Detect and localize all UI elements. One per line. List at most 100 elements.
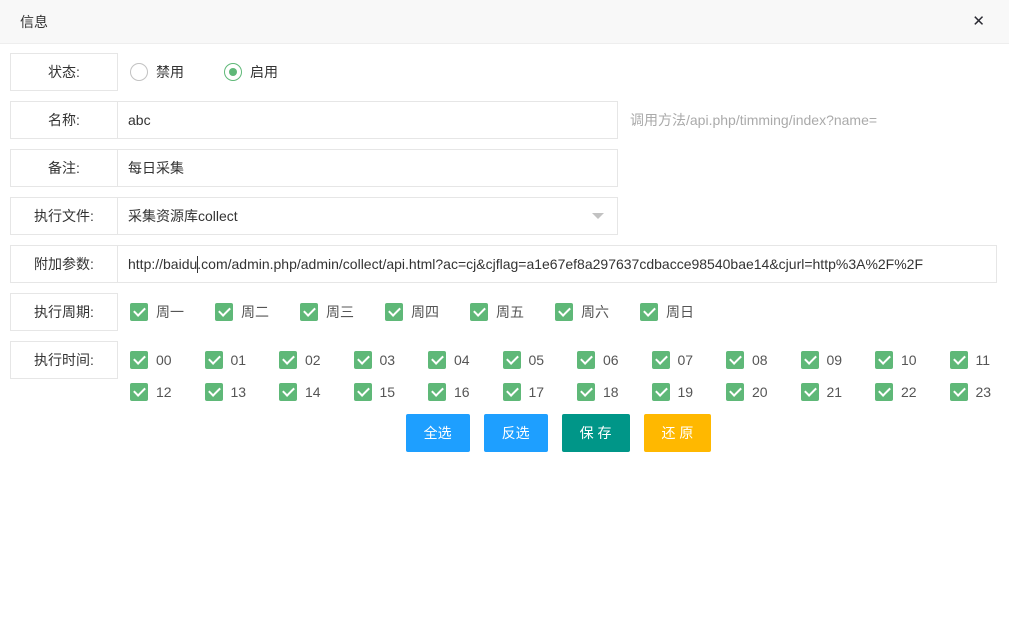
select-all-button[interactable]: 全选 [406,414,470,452]
weekday-checkbox-thu[interactable]: 周四 [385,302,470,322]
hour-checkbox[interactable]: 09 [801,351,876,369]
remark-label: 备注: [10,149,118,187]
hour-label: 07 [678,352,694,368]
checked-checkbox-icon [503,351,521,369]
exec-file-row: 执行文件: 采集资源库collect [10,197,999,235]
hour-checkbox[interactable]: 17 [503,383,578,401]
exec-time-row: 执行时间: 00 01 02 03 04 05 06 07 08 09 10 1… [10,341,999,404]
hour-label: 05 [529,352,545,368]
hour-checkbox[interactable]: 16 [428,383,503,401]
hour-checkbox[interactable]: 00 [130,351,205,369]
hour-checkbox[interactable]: 10 [875,351,950,369]
exec-cycle-row: 执行周期: 周一 周二 周三 周四 周五 周六 周日 [10,293,999,331]
radio-enable[interactable]: 启用 [224,62,278,82]
name-input[interactable] [117,101,618,139]
hour-checkbox[interactable]: 21 [801,383,876,401]
close-icon[interactable]: ✕ [968,10,989,33]
extra-params-label: 附加参数: [10,245,118,283]
weekday-label: 周一 [156,302,184,322]
invert-selection-button[interactable]: 反选 [484,414,548,452]
checked-checkbox-icon [428,383,446,401]
hour-label: 09 [827,352,843,368]
hour-checkbox[interactable]: 03 [354,351,429,369]
checked-checkbox-icon [354,383,372,401]
extra-params-wrap [118,245,997,283]
checked-checkbox-icon [279,351,297,369]
extra-params-row: 附加参数: [10,245,999,283]
hour-checkbox[interactable]: 12 [130,383,205,401]
weekday-checkbox-wed[interactable]: 周三 [300,302,385,322]
hour-checkbox-group: 00 01 02 03 04 05 06 07 08 09 10 11 12 1… [118,341,1009,404]
hour-label: 00 [156,352,172,368]
checked-checkbox-icon [801,351,819,369]
checked-checkbox-icon [555,303,573,321]
hour-checkbox[interactable]: 05 [503,351,578,369]
weekday-label: 周日 [666,302,694,322]
hour-row-1: 00 01 02 03 04 05 06 07 08 09 10 11 [130,341,1009,379]
hour-checkbox[interactable]: 18 [577,383,652,401]
checked-checkbox-icon [205,351,223,369]
remark-input[interactable] [117,149,618,187]
exec-file-selected-value: 采集资源库collect [117,197,618,235]
weekday-checkbox-mon[interactable]: 周一 [130,302,215,322]
checked-checkbox-icon [205,383,223,401]
api-hint-text: 调用方法/api.php/timming/index?name= [630,101,877,139]
weekday-checkbox-fri[interactable]: 周五 [470,302,555,322]
checked-checkbox-icon [470,303,488,321]
checked-checkbox-icon [385,303,403,321]
checked-checkbox-icon [130,351,148,369]
hour-checkbox[interactable]: 01 [205,351,280,369]
name-label: 名称: [10,101,118,139]
hour-row-2: 12 13 14 15 16 17 18 19 20 21 22 23 [130,380,1009,404]
hour-checkbox[interactable]: 14 [279,383,354,401]
exec-file-select[interactable]: 采集资源库collect [118,197,618,235]
radio-enable-label: 启用 [250,62,278,82]
radio-disable-label: 禁用 [156,62,184,82]
hour-checkbox[interactable]: 08 [726,351,801,369]
extra-params-input[interactable] [117,245,997,283]
hour-checkbox[interactable]: 04 [428,351,503,369]
hour-checkbox[interactable]: 20 [726,383,801,401]
checked-checkbox-icon [950,383,968,401]
checked-checkbox-icon [801,383,819,401]
hour-label: 01 [231,352,247,368]
exec-file-label: 执行文件: [10,197,118,235]
hour-label: 17 [529,384,545,400]
radio-unchecked-icon [130,63,148,81]
checked-checkbox-icon [577,351,595,369]
hour-checkbox[interactable]: 06 [577,351,652,369]
weekday-checkbox-tue[interactable]: 周二 [215,302,300,322]
hour-checkbox[interactable]: 11 [950,351,1009,369]
status-label: 状态: [10,53,118,91]
weekday-label: 周三 [326,302,354,322]
save-button[interactable]: 保 存 [562,414,630,452]
checked-checkbox-icon [577,383,595,401]
checked-checkbox-icon [875,383,893,401]
weekday-label: 周五 [496,302,524,322]
hour-checkbox[interactable]: 19 [652,383,727,401]
hour-checkbox[interactable]: 15 [354,383,429,401]
checked-checkbox-icon [279,383,297,401]
weekday-checkbox-sun[interactable]: 周日 [640,302,725,322]
hour-checkbox[interactable]: 02 [279,351,354,369]
hour-label: 14 [305,384,321,400]
weekday-checkbox-sat[interactable]: 周六 [555,302,640,322]
checked-checkbox-icon [354,351,372,369]
weekday-label: 周四 [411,302,439,322]
hour-label: 16 [454,384,470,400]
hour-checkbox[interactable]: 23 [950,383,1009,401]
hour-label: 06 [603,352,619,368]
text-cursor [197,256,198,273]
checked-checkbox-icon [428,351,446,369]
hour-label: 19 [678,384,694,400]
checked-checkbox-icon [652,351,670,369]
radio-disable[interactable]: 禁用 [130,62,184,82]
hour-label: 02 [305,352,321,368]
hour-checkbox[interactable]: 07 [652,351,727,369]
restore-button[interactable]: 还 原 [644,414,712,452]
hour-checkbox[interactable]: 13 [205,383,280,401]
hour-checkbox[interactable]: 22 [875,383,950,401]
hour-label: 04 [454,352,470,368]
hour-label: 08 [752,352,768,368]
weekday-checkbox-group: 周一 周二 周三 周四 周五 周六 周日 [118,293,725,331]
